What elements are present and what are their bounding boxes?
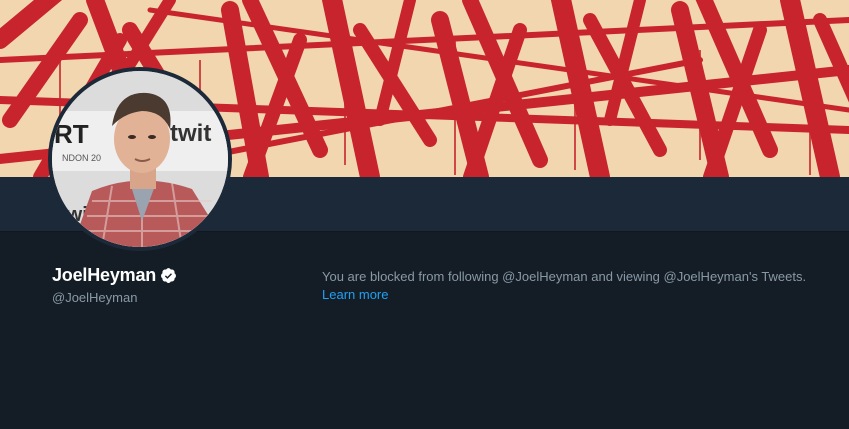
- learn-more-link[interactable]: Learn more: [322, 287, 388, 302]
- blocked-notice: You are blocked from following @JoelHeym…: [322, 268, 832, 304]
- avatar-sign-text-right: twit: [170, 120, 211, 147]
- verified-badge-icon: [160, 267, 177, 284]
- profile-name-row: JoelHeyman: [52, 265, 177, 286]
- avatar-sign-text-left: RT: [54, 119, 89, 149]
- blocked-notice-text: You are blocked from following @JoelHeym…: [322, 269, 807, 284]
- profile-display-name[interactable]: JoelHeyman: [52, 265, 156, 286]
- avatar-sign-subtext: NDON 20: [62, 153, 101, 163]
- profile-avatar[interactable]: RT twit NDON 20 twit: [48, 67, 232, 251]
- profile-handle: @JoelHeyman: [52, 290, 138, 305]
